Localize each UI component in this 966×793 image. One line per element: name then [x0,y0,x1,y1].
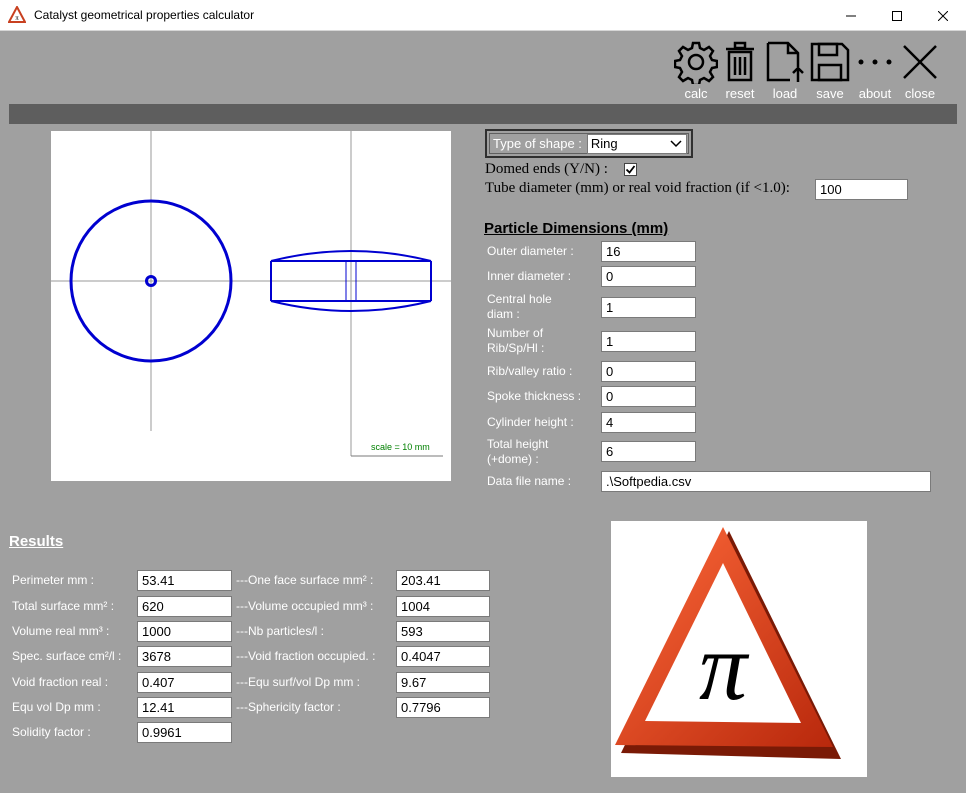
load-file-icon [766,41,804,82]
about-label: about [858,86,892,101]
perimeter-output[interactable]: 53.41 [137,570,232,591]
particle-dimensions-title: Particle Dimensions (mm) [484,220,669,237]
close-button[interactable]: close [898,40,942,102]
void-fraction-real-output[interactable]: 0.407 [137,672,232,693]
load-button[interactable]: load [763,40,807,102]
cylinder-height-input[interactable]: 4 [601,412,696,433]
rib-count-label: Number of Rib/Sp/Hl : [487,326,545,355]
save-button[interactable]: save [808,40,852,102]
tube-diameter-input[interactable]: 100 [815,179,908,200]
toolbar-divider-strip [9,104,957,124]
domed-ends-checkbox[interactable] [624,163,637,176]
about-button[interactable]: about [853,40,897,102]
volume-occupied-output[interactable]: 1004 [396,596,490,617]
shape-preview-canvas: scale = 10 mm [51,131,451,481]
data-file-label: Data file name : [487,474,572,488]
more-dots-icon [858,59,892,65]
svg-text:π: π [15,14,19,22]
reset-button[interactable]: reset [718,40,762,102]
close-label: close [904,86,936,101]
pi-triangle-icon: π [615,527,841,759]
inner-diameter-label: Inner diameter : [487,269,572,283]
gear-icon [674,41,718,84]
one-face-surface-output[interactable]: 203.41 [396,570,490,591]
tube-diameter-label: Tube diameter (mm) or real void fraction… [485,180,790,196]
spec-surface-label: Spec. surface cm²/l : [12,649,122,663]
central-hole-input[interactable]: 1 [601,297,696,318]
floppy-disk-icon [810,42,850,82]
shape-type-label: Type of shape : [493,136,582,151]
solidity-factor-label: Solidity factor : [12,725,91,739]
void-fraction-occupied-output[interactable]: 0.4047 [396,646,490,667]
equ-surf-vol-dp-label: ---Equ surf/vol Dp mm : [236,675,361,689]
volume-occupied-label: ---Volume occupied mm³ : [236,599,374,613]
perimeter-label: Perimeter mm : [12,573,95,587]
window-close-button[interactable] [920,0,966,31]
volume-real-output[interactable]: 1000 [137,621,232,642]
save-label: save [816,86,844,101]
nb-particles-output[interactable]: 593 [396,621,490,642]
equ-vol-dp-output[interactable]: 12.41 [137,697,232,718]
solidity-factor-output[interactable]: 0.9961 [137,722,232,743]
outer-diameter-input[interactable]: 16 [601,241,696,262]
total-surface-label: Total surface mm² : [12,599,115,613]
inner-diameter-input[interactable]: 0 [601,266,696,287]
equ-surf-vol-dp-output[interactable]: 9.67 [396,672,490,693]
one-face-surface-label: ---One face surface mm² : [236,573,374,587]
total-height-input[interactable]: 6 [601,441,696,462]
central-hole-label: Central hole diam : [487,292,552,321]
app-icon: π [8,6,26,23]
sphericity-factor-label: ---Sphericity factor : [236,700,341,714]
trash-icon [726,41,754,82]
domed-ends-label: Domed ends (Y/N) : [485,161,608,177]
outer-diameter-label: Outer diameter : [487,244,574,258]
load-label: load [772,86,798,101]
pi-triangle-logo: π [611,521,867,777]
total-height-label: Total height (+dome) : [487,437,549,466]
minimize-icon [846,15,856,16]
chevron-down-icon [670,139,682,147]
spoke-thickness-input[interactable]: 0 [601,386,696,407]
equ-vol-dp-label: Equ vol Dp mm : [12,700,101,714]
calc-button[interactable]: calc [674,40,718,102]
rib-valley-ratio-input[interactable]: 0 [601,361,696,382]
void-fraction-occupied-label: ---Void fraction occupied. : [236,649,376,663]
svg-text:π: π [699,613,750,720]
cylinder-height-label: Cylinder height : [487,415,574,429]
volume-real-label: Volume real mm³ : [12,624,110,638]
void-fraction-real-label: Void fraction real : [12,675,109,689]
results-title: Results [9,533,64,550]
spoke-thickness-label: Spoke thickness : [487,389,582,403]
checkmark-icon [625,165,636,174]
maximize-icon [892,10,902,21]
close-x-icon [903,45,937,79]
spec-surface-output[interactable]: 3678 [137,646,232,667]
shape-type-select[interactable]: Ring [586,133,687,154]
data-file-input[interactable]: .\Softpedia.csv [601,471,931,492]
reset-label: reset [725,86,755,101]
nb-particles-label: ---Nb particles/l : [236,624,325,638]
sphericity-factor-output[interactable]: 0.7796 [396,697,490,718]
minimize-button[interactable] [828,0,874,31]
calc-label: calc [684,86,708,101]
shape-drawing [51,131,451,457]
close-icon [938,10,948,21]
rib-count-input[interactable]: 1 [601,331,696,352]
shape-type-group: Type of shape : Ring [485,129,693,158]
total-surface-output[interactable]: 620 [137,596,232,617]
title-bar: π Catalyst geometrical properties calcul… [0,0,966,31]
rib-valley-ratio-label: Rib/valley ratio : [487,364,573,378]
maximize-button[interactable] [874,0,920,31]
window-title: Catalyst geometrical properties calculat… [34,8,255,22]
scale-label: scale = 10 mm [371,442,430,452]
shape-type-value: Ring [590,136,618,151]
